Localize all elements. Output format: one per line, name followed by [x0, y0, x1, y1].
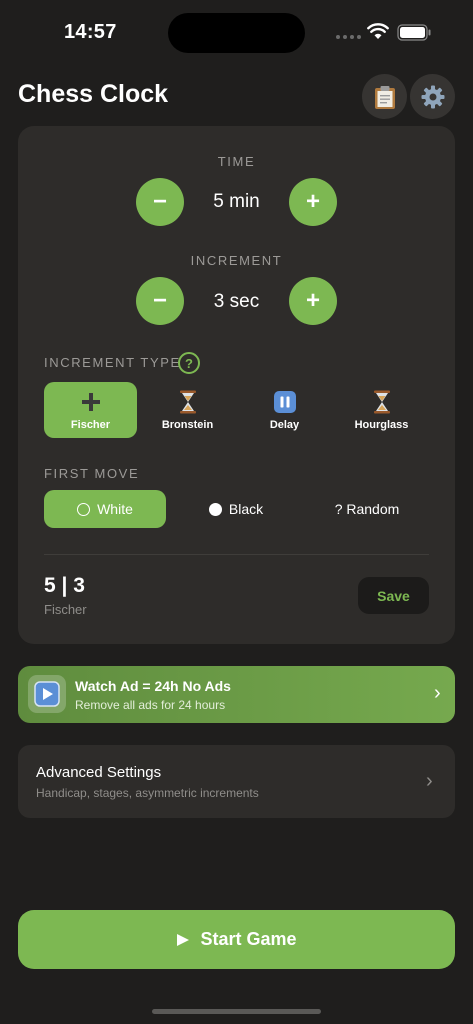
increment-type-delay-label: Delay: [269, 419, 300, 431]
increment-type-delay[interactable]: Delay: [238, 382, 331, 438]
home-indicator: [152, 1009, 321, 1014]
start-game-button[interactable]: Start Game: [18, 910, 455, 969]
increment-increase-button[interactable]: +: [289, 277, 337, 325]
increment-label: INCREMENT: [190, 253, 283, 268]
play-icon: [177, 933, 190, 946]
dynamic-island: [168, 13, 305, 53]
gear-icon: [421, 85, 444, 108]
settings-button[interactable]: [410, 74, 455, 119]
advanced-settings-row[interactable]: Advanced Settings Handicap, stages, asym…: [18, 745, 455, 818]
first-move-label: FIRST MOVE: [44, 466, 140, 481]
advanced-settings-title: Advanced Settings: [36, 764, 162, 781]
first-move-white[interactable]: White: [44, 490, 166, 528]
save-button[interactable]: Save: [358, 577, 429, 614]
wifi-icon: [367, 23, 389, 39]
history-button[interactable]: [362, 74, 407, 119]
increment-type-hourglass[interactable]: Hourglass: [335, 382, 428, 438]
play-video-icon: [28, 675, 66, 713]
increment-value: 3 sec: [213, 291, 260, 312]
status-time: 14:57: [64, 21, 117, 43]
time-control-card: TIME − 5 min + INCREMENT − 3 sec + INCRE…: [18, 126, 455, 644]
chevron-right-icon: ›: [426, 770, 433, 792]
advanced-settings-subtitle: Handicap, stages, asymmetric increments: [36, 786, 259, 800]
battery-icon: [397, 24, 431, 41]
watch-ad-banner[interactable]: Watch Ad = 24h No Ads Remove all ads for…: [18, 666, 455, 723]
first-move-black[interactable]: Black: [175, 490, 297, 528]
radio-empty-icon: [77, 502, 91, 516]
status-bar: 14:57: [0, 0, 473, 62]
increment-type-bronstein-label: Bronstein: [161, 419, 214, 431]
chevron-right-icon: ›: [434, 682, 441, 704]
watch-ad-subtitle: Remove all ads for 24 hours: [75, 698, 226, 712]
cellular-signal-icon: [336, 35, 361, 39]
help-icon[interactable]: ?: [178, 352, 200, 374]
start-game-label: Start Game: [200, 929, 297, 949]
increment-type-hourglass-label: Hourglass: [354, 419, 409, 431]
increment-type-fischer[interactable]: Fischer: [44, 382, 137, 438]
first-move-white-label: White: [97, 501, 133, 517]
radio-filled-icon: [208, 502, 222, 516]
hourglass-icon: [179, 389, 197, 415]
watch-ad-title: Watch Ad = 24h No Ads: [75, 678, 231, 694]
pause-icon: [273, 389, 297, 415]
clipboard-icon: [374, 85, 395, 109]
increment-type-bronstein[interactable]: Bronstein: [141, 382, 234, 438]
first-move-random[interactable]: ? Random: [306, 490, 428, 528]
time-increase-button[interactable]: +: [289, 178, 337, 226]
first-move-random-label: ? Random: [334, 501, 400, 517]
time-control-summary: 5 | 3: [44, 574, 85, 597]
plus-icon: [81, 389, 101, 415]
hourglass-icon: [373, 389, 391, 415]
time-label: TIME: [217, 154, 256, 169]
increment-type-fischer-label: Fischer: [70, 419, 111, 431]
time-control-type: Fischer: [44, 602, 87, 617]
increment-type-label: INCREMENT TYPE: [44, 355, 181, 370]
time-value: 5 min: [213, 191, 260, 212]
first-move-black-label: Black: [228, 501, 264, 517]
divider: [44, 554, 429, 555]
page-title: Chess Clock: [18, 80, 169, 108]
